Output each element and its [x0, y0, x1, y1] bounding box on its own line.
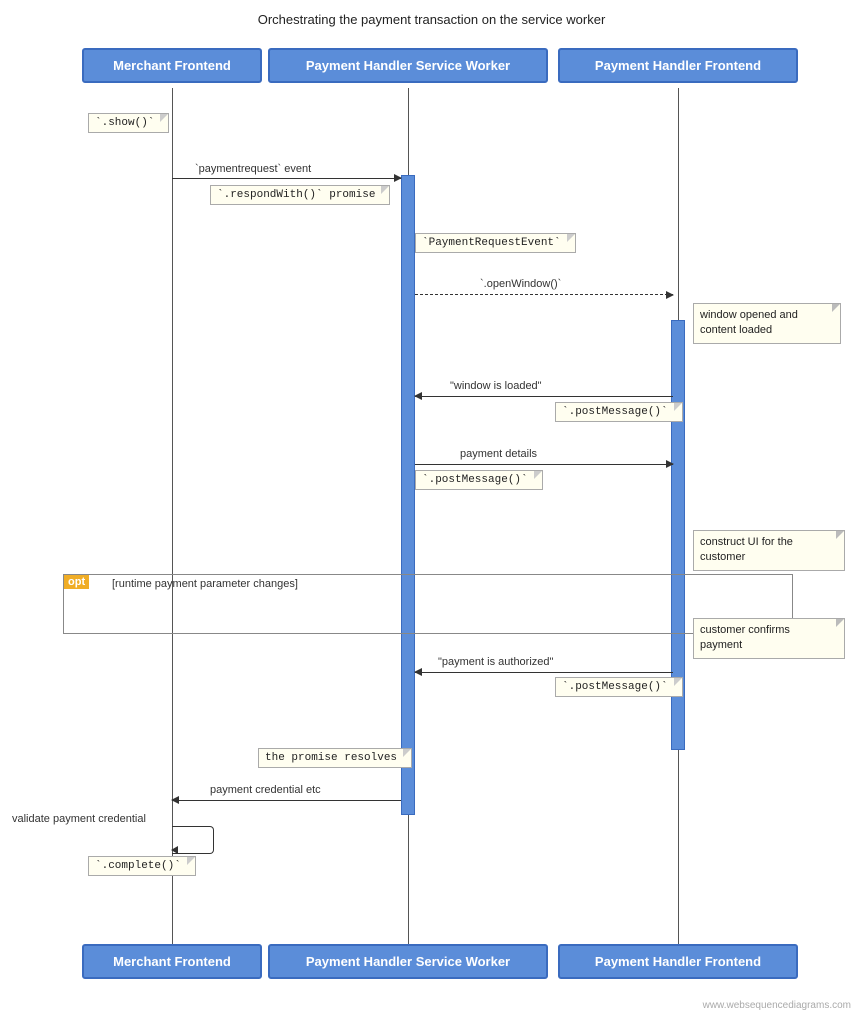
label-payment-details: payment details — [460, 448, 537, 460]
note-respondWith: `.respondWith()` promise — [210, 185, 390, 205]
arrow-payment-authorized — [415, 672, 673, 673]
arrow-window-loaded — [415, 396, 673, 397]
self-arrow-validate — [172, 826, 214, 854]
arrow-payment-details — [415, 464, 673, 465]
label-payment-credential: payment credential etc — [210, 784, 321, 796]
opt-label: opt — [64, 575, 89, 589]
arrow-openWindow — [415, 294, 673, 295]
label-validate-credential: validate payment credential — [12, 813, 146, 825]
opt-condition: [runtime payment parameter changes] — [112, 578, 298, 590]
arrow-payment-credential — [172, 800, 401, 801]
actor-service-worker-bottom: Payment Handler Service Worker — [268, 944, 548, 979]
note-postMessage1: `.postMessage()` — [555, 402, 683, 422]
label-window-loaded: "window is loaded" — [450, 380, 542, 392]
label-payment-authorized: "payment is authorized" — [438, 656, 553, 668]
watermark: www.websequencediagrams.com — [703, 1000, 851, 1011]
note-postMessage2: `.postMessage()` — [415, 470, 543, 490]
actor-merchant-top: Merchant Frontend — [82, 48, 262, 83]
note-window-opened: window opened and content loaded — [693, 303, 841, 344]
note-PaymentRequestEvent: `PaymentRequestEvent` — [415, 233, 576, 253]
actor-payment-frontend-top: Payment Handler Frontend — [558, 48, 798, 83]
opt-box: opt [runtime payment parameter changes] — [63, 574, 793, 634]
diagram-title: Orchestrating the payment transaction on… — [0, 0, 863, 35]
note-construct-ui: construct UI for the customer — [693, 530, 845, 571]
note-postMessage3: `.postMessage()` — [555, 677, 683, 697]
note-customer-confirms: customer confirms payment — [693, 618, 845, 659]
actor-service-worker-top: Payment Handler Service Worker — [268, 48, 548, 83]
arrow-paymentrequest — [172, 178, 401, 179]
label-openWindow: `.openWindow()` — [480, 278, 561, 290]
note-promise-resolves: the promise resolves — [258, 748, 412, 768]
label-paymentrequest: `paymentrequest` event — [195, 163, 311, 175]
note-show: `.show()` — [88, 113, 169, 133]
note-complete: `.complete()` — [88, 856, 196, 876]
actor-merchant-bottom: Merchant Frontend — [82, 944, 262, 979]
active-bar-service-worker — [401, 175, 415, 815]
diagram-container: Orchestrating the payment transaction on… — [0, 0, 863, 1019]
actor-payment-frontend-bottom: Payment Handler Frontend — [558, 944, 798, 979]
